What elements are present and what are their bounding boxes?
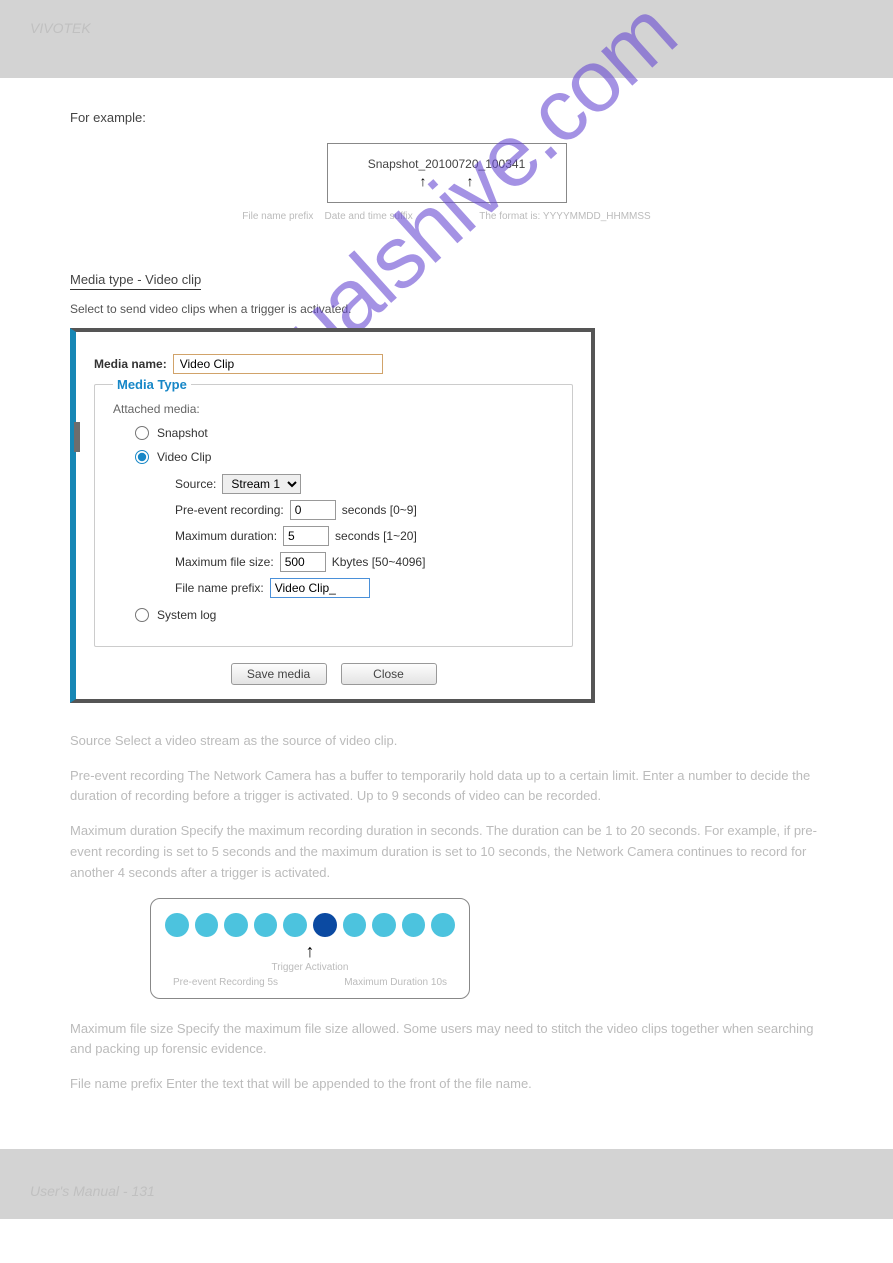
preevent-input[interactable] bbox=[290, 500, 336, 520]
timeline-labels: Pre-event Recording 5s Maximum Duration … bbox=[165, 977, 455, 988]
dot-trigger bbox=[313, 913, 337, 937]
bullet-preevent: Pre-event recording The Network Camera h… bbox=[70, 766, 823, 808]
save-button[interactable]: Save media bbox=[231, 663, 327, 685]
section-title: Media type - Video clip bbox=[70, 272, 201, 290]
bullet-source: Source Select a video stream as the sour… bbox=[70, 731, 823, 752]
dot-8 bbox=[372, 913, 396, 937]
header-brand: VIVOTEK bbox=[30, 20, 91, 36]
maxsize-after: Kbytes [50~4096] bbox=[332, 555, 426, 569]
timeline-dots bbox=[165, 913, 455, 937]
bullet-prefix: File name prefix Enter the text that wil… bbox=[70, 1074, 823, 1095]
footer-bar: User's Manual - 131 bbox=[0, 1149, 893, 1219]
prefix-label: File name prefix: bbox=[175, 581, 264, 595]
dot-9 bbox=[402, 913, 426, 937]
maxdur-label: Maximum duration: bbox=[175, 529, 277, 543]
maxdur-input[interactable] bbox=[283, 526, 329, 546]
radio-videoclip[interactable] bbox=[135, 450, 149, 464]
radio-snapshot-label: Snapshot bbox=[157, 426, 208, 440]
header-bar: VIVOTEK bbox=[0, 0, 893, 78]
dot-3 bbox=[224, 913, 248, 937]
footer-page: User's Manual - 131 bbox=[30, 1183, 155, 1199]
dot-10 bbox=[431, 913, 455, 937]
example-box: Snapshot_20100720_100341 ↑↑ bbox=[327, 143, 567, 203]
maxdur-after: seconds [1~20] bbox=[335, 529, 417, 543]
bullet-maxdur: Maximum duration Specify the maximum rec… bbox=[70, 821, 823, 883]
dot-5 bbox=[283, 913, 307, 937]
radio-videoclip-label: Video Clip bbox=[157, 450, 211, 464]
radio-systemlog[interactable] bbox=[135, 608, 149, 622]
preevent-after: seconds [0~9] bbox=[342, 503, 417, 517]
bullet-maxsize: Maximum file size Specify the maximum fi… bbox=[70, 1019, 823, 1061]
media-dialog: Media name: Media Type Attached media: S… bbox=[70, 328, 595, 703]
prefix-input[interactable] bbox=[270, 578, 370, 598]
example-arrows: ↑↑ bbox=[420, 173, 474, 189]
attached-label: Attached media: bbox=[113, 402, 554, 416]
maxsize-input[interactable] bbox=[280, 552, 326, 572]
trigger-label: Trigger Activation bbox=[165, 962, 455, 973]
dot-1 bbox=[165, 913, 189, 937]
dot-7 bbox=[343, 913, 367, 937]
accent-bar bbox=[74, 422, 80, 452]
example-filename: Snapshot_20100720_100341 bbox=[368, 157, 526, 171]
media-name-row: Media name: bbox=[94, 354, 573, 374]
timeline-left-label: Pre-event Recording 5s bbox=[173, 977, 278, 988]
media-type-legend: Media Type bbox=[113, 377, 191, 392]
preevent-label: Pre-event recording: bbox=[175, 503, 284, 517]
timeline-box: ↑ Trigger Activation Pre-event Recording… bbox=[150, 898, 470, 999]
timeline-right-label: Maximum Duration 10s bbox=[344, 977, 447, 988]
section-sub: Select to send video clips when a trigge… bbox=[70, 302, 823, 316]
trigger-arrow-icon: ↑ bbox=[165, 941, 455, 962]
media-type-fieldset: Media Type Attached media: Snapshot Vide… bbox=[94, 384, 573, 647]
maxsize-label: Maximum file size: bbox=[175, 555, 274, 569]
source-label: Source: bbox=[175, 477, 216, 491]
radio-snapshot[interactable] bbox=[135, 426, 149, 440]
radio-systemlog-label: System log bbox=[157, 608, 216, 622]
intro-text: For example: bbox=[70, 108, 823, 129]
source-select[interactable]: Stream 1 bbox=[222, 474, 301, 494]
dot-2 bbox=[195, 913, 219, 937]
media-name-input[interactable] bbox=[173, 354, 383, 374]
close-button[interactable]: Close bbox=[341, 663, 437, 685]
example-labels: File name prefix Date and time suffix Th… bbox=[70, 211, 823, 222]
dot-4 bbox=[254, 913, 278, 937]
media-name-label: Media name: bbox=[94, 357, 167, 371]
